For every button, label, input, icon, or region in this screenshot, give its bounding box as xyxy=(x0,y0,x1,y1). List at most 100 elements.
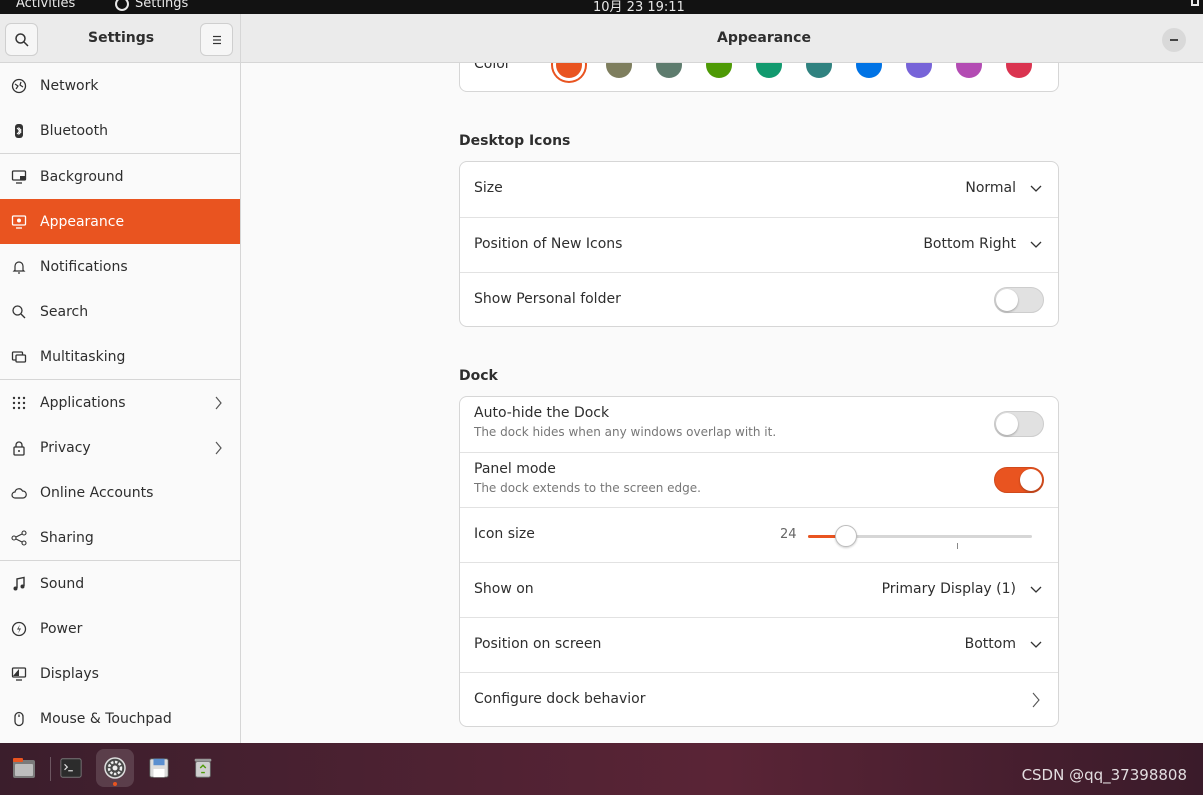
sidebar-title: Settings xyxy=(88,30,155,46)
chevron-right-icon xyxy=(215,396,222,409)
app-menu[interactable]: Settings xyxy=(115,0,188,11)
top-bar: Activities Settings 10月 23 19:11 xyxy=(0,0,1203,14)
show-on-dropdown[interactable]: Primary Display (1) xyxy=(882,581,1016,597)
chevron-down-icon xyxy=(1030,185,1042,192)
sidebar-item-privacy[interactable]: Privacy xyxy=(0,425,240,470)
trash-recycle-icon xyxy=(194,758,212,778)
search-button[interactable] xyxy=(5,23,38,56)
color-swatch[interactable] xyxy=(556,63,582,78)
sidebar-item-label: Online Accounts xyxy=(40,484,154,501)
dock-save-app[interactable] xyxy=(140,749,178,787)
header-bar: Settings Appearance xyxy=(0,14,1203,63)
hamburger-menu-icon xyxy=(212,35,221,44)
color-swatch[interactable] xyxy=(756,63,782,78)
color-swatch[interactable] xyxy=(706,63,732,78)
sidebar-item-label: Bluetooth xyxy=(40,122,108,139)
settings-gear-icon xyxy=(104,757,126,779)
panel-mode-row: Panel mode The dock extends to the scree… xyxy=(460,452,1058,507)
running-indicator xyxy=(113,782,117,786)
system-menu-icon[interactable] xyxy=(1191,0,1199,6)
sidebar-item-appearance[interactable]: Appearance xyxy=(0,199,240,244)
main-menu-button[interactable] xyxy=(200,23,233,56)
activities-button[interactable]: Activities xyxy=(16,0,75,11)
sidebar-item-online-accounts[interactable]: Online Accounts xyxy=(0,470,240,515)
configure-dock-row[interactable]: Configure dock behavior xyxy=(460,672,1058,726)
slider-tick-mark xyxy=(957,543,958,549)
panel-mode-label: Panel mode xyxy=(474,461,556,477)
sidebar-item-sound[interactable]: Sound xyxy=(0,561,240,606)
personal-folder-toggle[interactable] xyxy=(994,287,1044,313)
sidebar-item-label: Sharing xyxy=(40,529,94,546)
new-icons-position-dropdown[interactable]: Bottom Right xyxy=(923,236,1016,252)
panel-mode-toggle[interactable] xyxy=(994,467,1044,493)
sidebar-item-sharing[interactable]: Sharing xyxy=(0,515,240,560)
minimize-button[interactable] xyxy=(1162,28,1186,52)
autohide-toggle[interactable] xyxy=(994,411,1044,437)
position-on-screen-dropdown[interactable]: Bottom xyxy=(965,636,1016,652)
watermark-text: CSDN @qq_37398808 xyxy=(1021,766,1187,784)
sidebar-item-label: Notifications xyxy=(40,258,128,275)
terminal-icon xyxy=(60,758,82,778)
color-swatch[interactable] xyxy=(656,63,682,78)
icon-size-row[interactable]: Size Normal xyxy=(460,162,1058,217)
show-on-row[interactable]: Show on Primary Display (1) xyxy=(460,562,1058,617)
sidebar-item-displays[interactable]: Displays xyxy=(0,651,240,696)
sidebar-item-search[interactable]: Search xyxy=(0,289,240,334)
sidebar-item-label: Background xyxy=(40,168,124,185)
dock-separator xyxy=(50,757,51,781)
dock-icon-size-label: Icon size xyxy=(474,526,535,542)
dock-terminal[interactable] xyxy=(52,749,90,787)
appearance-panel: Color Desktop Icons Size Normal Position… xyxy=(241,63,1203,743)
multitasking-icon xyxy=(10,348,28,366)
clock[interactable]: 10月 23 19:11 xyxy=(593,0,685,14)
mouse-icon xyxy=(10,710,28,728)
bell-icon xyxy=(10,258,28,276)
show-on-label: Show on xyxy=(474,581,534,597)
chevron-right-icon xyxy=(1032,692,1040,708)
dock-trash[interactable] xyxy=(184,749,222,787)
icon-size-value: 24 xyxy=(780,527,797,542)
color-swatch[interactable] xyxy=(906,63,932,78)
chevron-right-icon xyxy=(215,441,222,454)
share-icon xyxy=(10,529,28,547)
search-icon xyxy=(14,32,29,47)
dock-files[interactable] xyxy=(5,749,43,787)
sidebar: Network Bluetooth Background Appearance … xyxy=(0,63,241,743)
chevron-down-icon xyxy=(1030,586,1042,593)
sidebar-item-label: Displays xyxy=(40,665,99,682)
sidebar-item-bluetooth[interactable]: Bluetooth xyxy=(0,108,240,153)
position-on-screen-row[interactable]: Position on screen Bottom xyxy=(460,617,1058,672)
apps-grid-icon xyxy=(10,394,28,412)
new-icons-position-row[interactable]: Position of New Icons Bottom Right xyxy=(460,217,1058,272)
sidebar-item-label: Multitasking xyxy=(40,348,126,365)
sidebar-item-applications[interactable]: Applications xyxy=(0,380,240,425)
color-swatch[interactable] xyxy=(956,63,982,78)
sidebar-item-power[interactable]: Power xyxy=(0,606,240,651)
new-icons-position-label: Position of New Icons xyxy=(474,236,623,252)
toggle-knob xyxy=(1020,469,1042,491)
sidebar-item-mouse-touchpad[interactable]: Mouse & Touchpad xyxy=(0,696,240,741)
display-icon xyxy=(10,665,28,683)
desktop-icons-title: Desktop Icons xyxy=(459,133,571,149)
icon-size-dropdown[interactable]: Normal xyxy=(965,180,1016,196)
power-icon xyxy=(10,620,28,638)
accent-color-card: Color xyxy=(459,63,1059,92)
chevron-down-icon xyxy=(1030,641,1042,648)
settings-gear-icon xyxy=(115,0,129,11)
sidebar-item-notifications[interactable]: Notifications xyxy=(0,244,240,289)
sidebar-item-multitasking[interactable]: Multitasking xyxy=(0,334,240,379)
color-swatch[interactable] xyxy=(806,63,832,78)
taskbar-dock: CSDN @qq_37398808 xyxy=(0,743,1203,795)
lock-icon xyxy=(10,439,28,457)
panel-mode-description: The dock extends to the screen edge. xyxy=(474,481,701,495)
sidebar-item-network[interactable]: Network xyxy=(0,63,240,108)
sidebar-item-label: Sound xyxy=(40,575,85,592)
sidebar-item-background[interactable]: Background xyxy=(0,154,240,199)
color-swatch[interactable] xyxy=(606,63,632,78)
background-icon xyxy=(10,168,28,186)
color-swatch[interactable] xyxy=(1006,63,1032,78)
chevron-down-icon xyxy=(1030,241,1042,248)
color-swatch[interactable] xyxy=(856,63,882,78)
music-note-icon xyxy=(10,575,28,593)
slider-handle[interactable] xyxy=(835,525,858,547)
